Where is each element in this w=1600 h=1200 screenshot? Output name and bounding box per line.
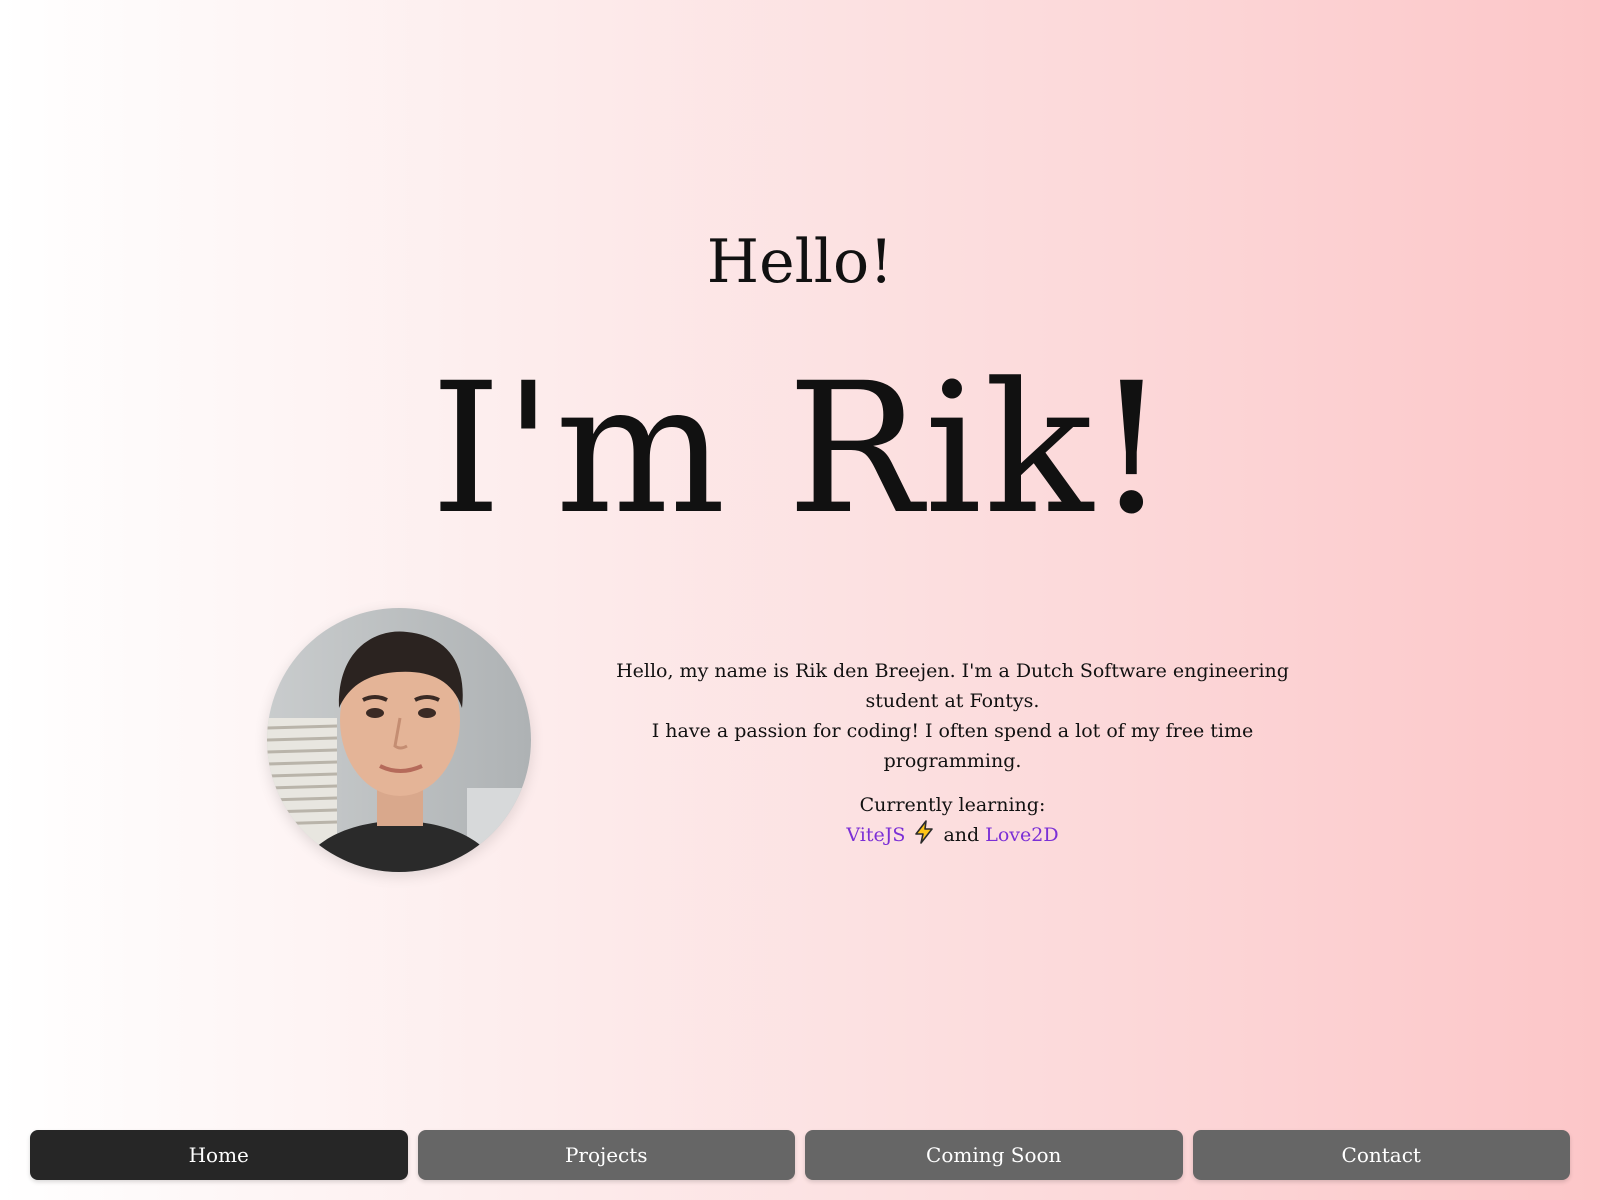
currently-learning: Currently learning: ViteJS and Love2D: [585, 790, 1320, 853]
bio-section: Hello, my name is Rik den Breejen. I'm a…: [585, 656, 1320, 853]
greeting-heading: Hello!: [706, 227, 894, 297]
learning-label: Currently learning:: [859, 794, 1046, 816]
nav-contact-button[interactable]: Contact: [1192, 1130, 1570, 1180]
connector-text: and: [943, 824, 980, 846]
love2d-link[interactable]: Love2D: [985, 824, 1058, 846]
bottom-nav: Home Projects Coming Soon Contact: [30, 1130, 1570, 1180]
lightning-bolt-icon: [913, 820, 935, 853]
nav-coming-soon-button[interactable]: Coming Soon: [805, 1130, 1183, 1180]
nav-home-button[interactable]: Home: [30, 1130, 408, 1180]
nav-projects-button[interactable]: Projects: [417, 1130, 795, 1180]
vitejs-link[interactable]: ViteJS: [846, 824, 905, 846]
name-heading: I'm Rik!: [430, 345, 1170, 554]
profile-photo: [267, 608, 531, 872]
learning-items: ViteJS and Love2D: [585, 820, 1320, 853]
bio-line-2: I have a passion for coding! I often spe…: [651, 720, 1254, 772]
bio-line-1: Hello, my name is Rik den Breejen. I'm a…: [616, 660, 1289, 712]
